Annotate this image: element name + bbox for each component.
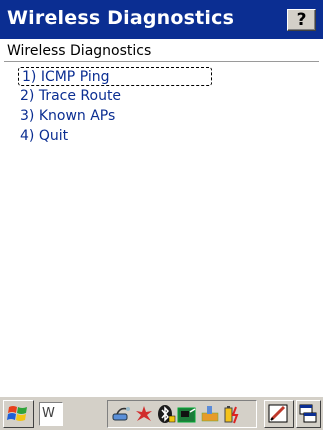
wireless-card-icon[interactable] [176, 403, 198, 425]
signal-icon[interactable] [133, 403, 155, 425]
sip-keyboard-button[interactable] [264, 400, 294, 428]
taskbar-input[interactable]: W [39, 402, 63, 426]
menu-item-quit[interactable]: 4) Quit [20, 127, 68, 146]
app-header: Wireless Diagnostics [7, 43, 152, 59]
network-icon[interactable] [111, 403, 133, 425]
window-title: Wireless Diagnostics [7, 7, 235, 29]
dock-icon[interactable] [199, 403, 221, 425]
header-divider [4, 61, 319, 62]
battery-icon[interactable] [222, 403, 244, 425]
start-button[interactable] [3, 400, 34, 428]
start-icon [7, 406, 27, 421]
bluetooth-icon[interactable] [156, 403, 176, 425]
menu-item-known-aps[interactable]: 3) Known APs [20, 107, 115, 126]
menu-item-icmp-ping[interactable]: 1) ICMP Ping [18, 67, 212, 86]
menu-item-trace-route[interactable]: 2) Trace Route [20, 87, 121, 106]
title-bar: Wireless Diagnostics ? [0, 0, 323, 39]
sip-keyboard-icon [268, 404, 288, 423]
switch-window-button[interactable] [296, 400, 321, 428]
taskbar: W [0, 396, 323, 430]
help-button[interactable]: ? [287, 9, 316, 31]
system-tray [107, 400, 257, 428]
switch-window-icon [299, 404, 317, 423]
